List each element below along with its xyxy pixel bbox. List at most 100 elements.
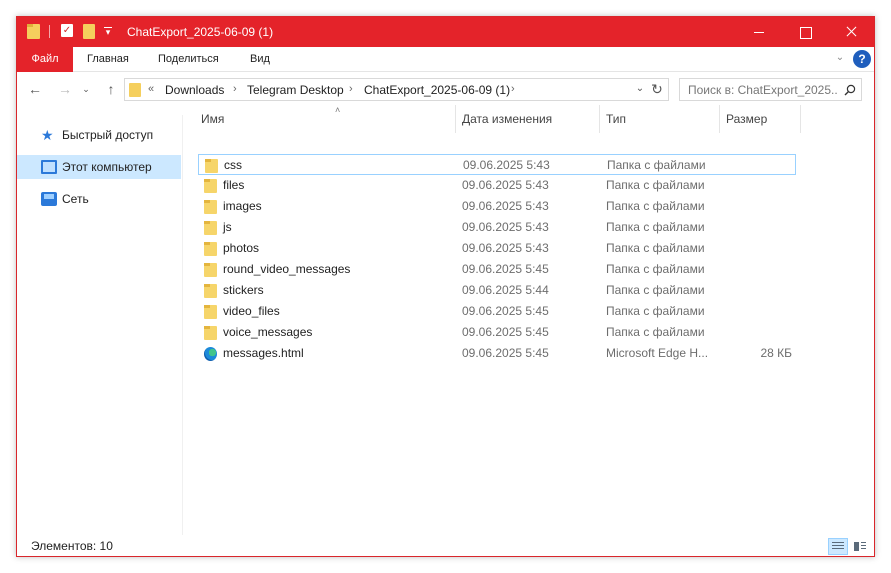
column-header-type[interactable]: Тип [606, 105, 626, 133]
navigation-bar: ← → ⌄ ↑ « Downloads › Telegram Desktop ›… [17, 73, 874, 105]
computer-icon [41, 160, 57, 174]
file-date: 09.06.2025 5:43 [463, 158, 550, 172]
file-name: voice_messages [223, 325, 313, 339]
file-name: stickers [223, 283, 264, 297]
nav-item-label: Сеть [62, 192, 89, 206]
file-name: images [223, 199, 262, 213]
refresh-icon[interactable]: ↻ [650, 81, 664, 98]
nav-item-label: Этот компьютер [62, 160, 152, 174]
file-date: 09.06.2025 5:43 [462, 241, 549, 255]
chevron-down-icon[interactable]: ⌄ [634, 83, 646, 94]
edge-icon [204, 347, 217, 361]
up-arrow-icon[interactable]: ↑ [101, 79, 121, 99]
breadcrumb-overflow[interactable]: « [148, 83, 154, 95]
chevron-right-icon[interactable]: › [349, 83, 353, 95]
file-type: Папка с файлами [606, 304, 705, 318]
help-icon[interactable]: ? [853, 50, 871, 68]
table-row[interactable]: files 09.06.2025 5:43 Папка с файлами [198, 175, 796, 196]
tab-share[interactable]: Поделиться [154, 47, 223, 72]
table-row[interactable]: messages.html 09.06.2025 5:45 Microsoft … [198, 343, 796, 364]
table-row[interactable]: css 09.06.2025 5:43 Папка с файлами [198, 154, 796, 175]
file-date: 09.06.2025 5:45 [462, 262, 549, 276]
file-type: Папка с файлами [606, 199, 705, 213]
folder-icon [204, 221, 217, 235]
large-icons-view-button[interactable] [850, 538, 870, 555]
file-type: Папка с файлами [606, 283, 705, 297]
folder-icon [129, 83, 141, 97]
file-type: Папка с файлами [606, 262, 705, 276]
file-name: video_files [223, 304, 280, 318]
maximize-button[interactable] [782, 17, 828, 47]
chevron-right-icon[interactable]: › [233, 83, 237, 95]
tiles-view-icon [854, 542, 866, 551]
column-header-size[interactable]: Размер [726, 105, 767, 133]
minimize-button[interactable] [736, 17, 782, 47]
search-icon[interactable] [844, 84, 856, 96]
folder-icon [204, 326, 217, 340]
file-date: 09.06.2025 5:44 [462, 283, 549, 297]
column-header-name[interactable]: ˄ Имя [201, 105, 340, 133]
nav-item-network[interactable]: Сеть [17, 187, 181, 211]
window-title: ChatExport_2025-06-09 (1) [127, 25, 274, 39]
table-row[interactable]: voice_messages 09.06.2025 5:45 Папка с ф… [198, 322, 796, 343]
separator [49, 25, 50, 38]
back-arrow-icon[interactable]: ← [25, 79, 45, 99]
column-divider[interactable] [719, 105, 720, 133]
table-row[interactable]: photos 09.06.2025 5:43 Папка с файлами [198, 238, 796, 259]
close-button[interactable] [828, 17, 874, 47]
file-name: css [224, 158, 242, 172]
table-row[interactable]: images 09.06.2025 5:43 Папка с файлами [198, 196, 796, 217]
details-view-button[interactable] [828, 538, 848, 555]
star-icon: ★ [41, 127, 54, 143]
file-date: 09.06.2025 5:43 [462, 199, 549, 213]
folder-icon [27, 24, 40, 39]
file-type: Папка с файлами [606, 241, 705, 255]
new-folder-icon[interactable] [83, 24, 95, 39]
table-row[interactable]: stickers 09.06.2025 5:44 Папка с файлами [198, 280, 796, 301]
tab-home[interactable]: Главная [83, 47, 133, 72]
file-type: Microsoft Edge H... [606, 346, 709, 360]
breadcrumb-telegram-desktop[interactable]: Telegram Desktop [247, 83, 344, 97]
nav-item-label: Быстрый доступ [62, 128, 154, 142]
recent-locations-icon[interactable]: ⌄ [79, 79, 93, 99]
column-divider[interactable] [800, 105, 801, 133]
file-name: round_video_messages [223, 262, 351, 276]
file-name: files [223, 178, 245, 192]
forward-arrow-icon[interactable]: → [55, 79, 75, 99]
file-type: Папка с файлами [606, 325, 705, 339]
expand-ribbon-icon[interactable]: ⌄ [834, 52, 846, 64]
column-divider[interactable] [455, 105, 456, 133]
chevron-right-icon[interactable]: › [511, 83, 515, 95]
customize-toolbar-icon[interactable]: ▾ [103, 26, 113, 38]
file-size: 28 КБ [760, 346, 792, 360]
table-row[interactable]: video_files 09.06.2025 5:45 Папка с файл… [198, 301, 796, 322]
search-box[interactable]: Поиск в: ChatExport_2025... [679, 78, 862, 101]
network-icon [41, 192, 57, 206]
breadcrumb-downloads[interactable]: Downloads [165, 83, 224, 97]
properties-icon[interactable]: ✓ [61, 24, 73, 37]
file-date: 09.06.2025 5:45 [462, 304, 549, 318]
file-type: Папка с файлами [607, 158, 706, 172]
address-bar[interactable]: « Downloads › Telegram Desktop › ChatExp… [124, 78, 669, 101]
item-count: Элементов: 10 [31, 539, 113, 553]
column-header-label: Имя [201, 112, 225, 126]
folder-icon [204, 179, 217, 193]
file-name: messages.html [223, 346, 304, 360]
search-input[interactable]: Поиск в: ChatExport_2025... [688, 83, 838, 97]
title-bar[interactable]: ✓ ▾ ChatExport_2025-06-09 (1) [17, 17, 874, 47]
folder-icon [204, 305, 217, 319]
table-row[interactable]: js 09.06.2025 5:43 Папка с файлами [198, 217, 796, 238]
tab-file[interactable]: Файл [17, 47, 73, 72]
file-type: Папка с файлами [606, 220, 705, 234]
tab-view[interactable]: Вид [246, 47, 274, 72]
nav-item-quick-access[interactable]: ★ Быстрый доступ [17, 123, 181, 147]
column-header-date[interactable]: Дата изменения [462, 105, 552, 133]
breadcrumb-chatexport[interactable]: ChatExport_2025-06-09 (1) [364, 83, 510, 97]
file-name: photos [223, 241, 260, 255]
folder-icon [204, 263, 217, 277]
table-row[interactable]: round_video_messages 09.06.2025 5:45 Пап… [198, 259, 796, 280]
nav-item-this-pc[interactable]: Этот компьютер [17, 155, 181, 179]
column-divider[interactable] [599, 105, 600, 133]
ribbon-tabs: Файл Главная Поделиться Вид ⌄ ? [17, 47, 874, 72]
details-view-icon [832, 542, 844, 551]
